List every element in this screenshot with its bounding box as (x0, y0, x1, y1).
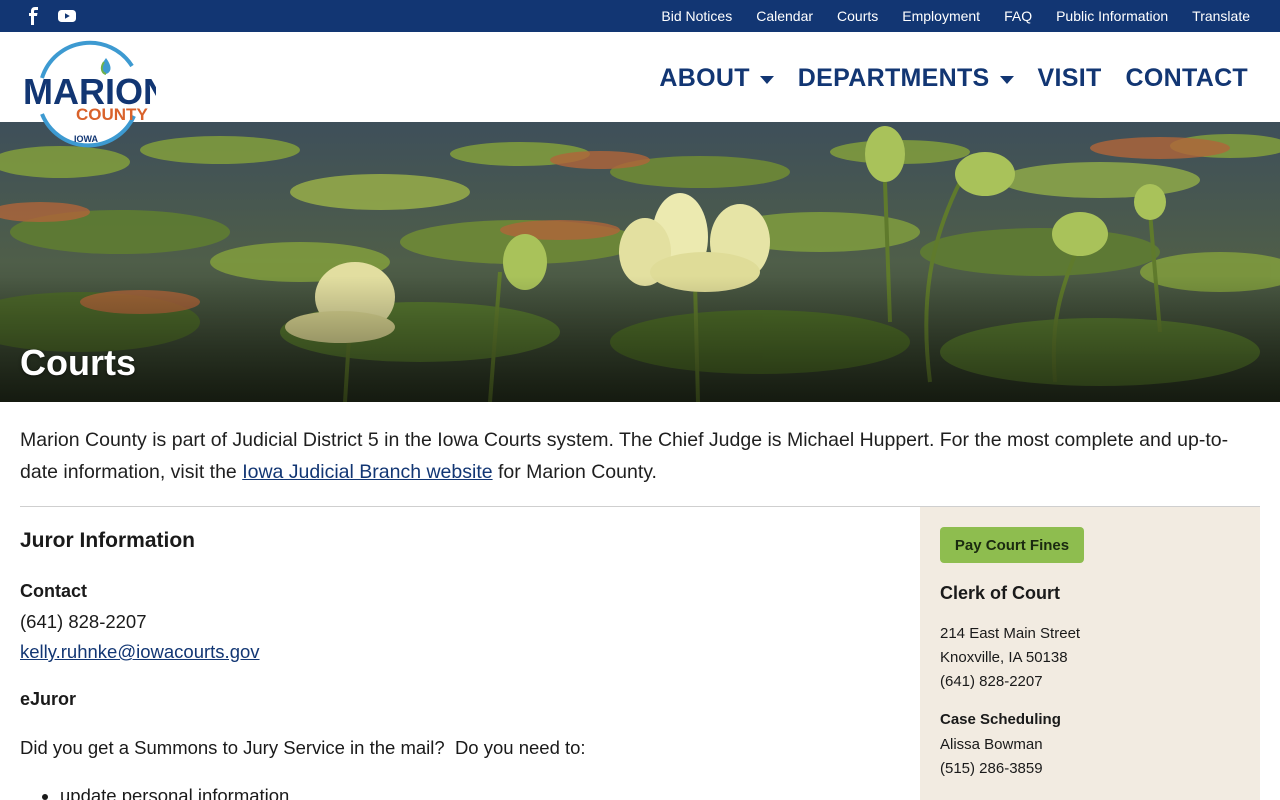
site-header: MARION COUNTY IOWA ABOUT DEPARTMENTS VIS… (0, 32, 1280, 148)
nav-about[interactable]: ABOUT (659, 64, 774, 93)
utility-links: Bid Notices Calendar Courts Employment F… (661, 0, 1250, 32)
iowa-judicial-branch-link[interactable]: Iowa Judicial Branch website (242, 461, 492, 483)
clerk-address: 214 East Main Street Knoxville, IA 50138… (940, 622, 1080, 694)
util-link-translate[interactable]: Translate (1192, 8, 1250, 24)
nav-departments-label: DEPARTMENTS (797, 64, 990, 92)
youtube-icon[interactable] (58, 9, 76, 23)
main-navigation: ABOUT DEPARTMENTS VISIT CONTACT (659, 64, 1248, 93)
chevron-down-icon (999, 75, 1014, 84)
social-links (26, 7, 76, 25)
contact-label: Contact (20, 581, 87, 601)
summons-question: Did you get a Summons to Jury Service in… (20, 737, 586, 758)
hero-banner: Courts (0, 122, 1280, 402)
clerk-of-court-heading: Clerk of Court (940, 583, 1061, 603)
facebook-icon[interactable] (26, 7, 40, 25)
juror-email-link[interactable]: kelly.ruhnke@iowacourts.gov (20, 641, 260, 663)
list-item: update personal information (60, 785, 289, 800)
juror-information-heading: Juror Information (20, 529, 196, 552)
hero-image-lotus-pond (0, 122, 1280, 402)
juror-phone: (641) 828-2207 (20, 611, 147, 632)
util-link-calendar[interactable]: Calendar (756, 8, 813, 24)
clerk-sidebar: Pay Court Fines Clerk of Court 214 East … (920, 507, 1260, 800)
pay-court-fines-button[interactable]: Pay Court Fines (940, 527, 1084, 563)
scheduling-name: Alissa Bowman (940, 736, 1043, 753)
chevron-down-icon (759, 75, 774, 84)
logo-text-iowa: IOWA (74, 134, 98, 144)
juror-task-list: update personal information (60, 785, 289, 800)
case-scheduling-heading: Case Scheduling (940, 711, 1061, 728)
marion-county-logo[interactable]: MARION COUNTY IOWA (20, 36, 169, 150)
clerk-phone: (641) 828-2207 (940, 673, 1043, 690)
address-line-1: 214 East Main Street (940, 625, 1081, 642)
util-link-bid-notices[interactable]: Bid Notices (661, 8, 732, 24)
nav-about-label: ABOUT (659, 64, 750, 92)
nav-visit-label: VISIT (1037, 64, 1102, 92)
intro-text-after: for Marion County. (492, 461, 657, 483)
case-scheduling-contact: Alissa Bowman (515) 286-3859 (940, 733, 1043, 781)
util-link-faq[interactable]: FAQ (1004, 8, 1032, 24)
address-line-2: Knoxville, IA 50138 (940, 649, 1068, 666)
logo-text-county: COUNTY (76, 105, 148, 124)
nav-contact[interactable]: CONTACT (1126, 64, 1248, 93)
nav-departments[interactable]: DEPARTMENTS (798, 64, 1014, 93)
page-title: Courts (20, 342, 136, 383)
util-link-public-information[interactable]: Public Information (1056, 8, 1168, 24)
scheduling-phone: (515) 286-3859 (940, 760, 1043, 777)
utility-bar: Bid Notices Calendar Courts Employment F… (0, 0, 1280, 32)
util-link-courts[interactable]: Courts (837, 8, 878, 24)
intro-paragraph: Marion County is part of Judicial Distri… (20, 424, 1260, 488)
nav-visit[interactable]: VISIT (1038, 64, 1102, 93)
util-link-employment[interactable]: Employment (902, 8, 980, 24)
nav-contact-label: CONTACT (1125, 64, 1248, 92)
ejuror-label: eJuror (20, 689, 77, 709)
